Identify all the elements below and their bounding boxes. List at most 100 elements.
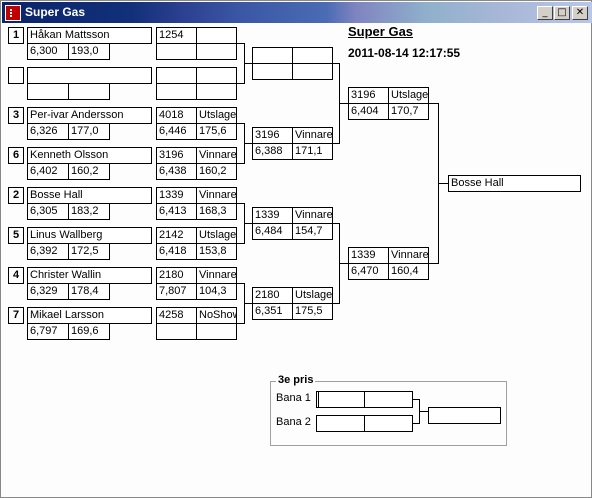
qf-speed[interactable]: 171,1	[292, 143, 333, 160]
driver-name[interactable]: Håkan Mattsson	[27, 27, 152, 44]
reaction-time[interactable]: 6,326	[27, 123, 69, 140]
trap-speed[interactable]: 104,3	[196, 283, 237, 300]
bracket-line	[438, 183, 448, 184]
speed[interactable]	[68, 83, 110, 100]
car-number[interactable]: 1254	[156, 27, 197, 44]
qf-car-number[interactable]	[252, 47, 293, 64]
third-place-winner-field[interactable]	[428, 407, 501, 424]
qf-status[interactable]: Utslagen	[292, 287, 333, 304]
sf-car-number[interactable]: 3196	[348, 87, 389, 104]
sf-car-number[interactable]: 1339	[348, 247, 389, 264]
result-status[interactable]	[196, 27, 237, 44]
qf-elapsed-time[interactable]: 6,351	[252, 303, 293, 320]
qf-speed[interactable]: 175,5	[292, 303, 333, 320]
sf-speed[interactable]: 170,7	[388, 103, 429, 120]
driver-name[interactable]	[27, 67, 152, 84]
close-icon: ✕	[575, 7, 585, 18]
result-status[interactable]: Vinnare	[196, 147, 237, 164]
car-number[interactable]: 1339	[156, 187, 197, 204]
car-number[interactable]: 3196	[156, 147, 197, 164]
trap-speed[interactable]	[196, 323, 237, 340]
driver-name[interactable]: Mikael Larsson	[27, 307, 152, 324]
trap-speed[interactable]: 153,8	[196, 243, 237, 260]
title-bar[interactable]: Super Gas _ □ ✕	[2, 2, 592, 23]
car-number[interactable]: 2142	[156, 227, 197, 244]
sf-speed[interactable]: 160,4	[388, 263, 429, 280]
qf-car-number[interactable]: 3196	[252, 127, 293, 144]
qf-car-number[interactable]: 2180	[252, 287, 293, 304]
result-status[interactable]: Vinnare	[196, 187, 237, 204]
sf-status[interactable]: Utslagen	[388, 87, 429, 104]
reaction-time[interactable]: 6,305	[27, 203, 69, 220]
result-status[interactable]: Vinnare	[196, 267, 237, 284]
sf-elapsed-time[interactable]: 6,404	[348, 103, 389, 120]
driver-name[interactable]: Linus Wallberg	[27, 227, 152, 244]
speed[interactable]: 172,5	[68, 243, 110, 260]
result-status[interactable]: Utslagen	[196, 107, 237, 124]
speed[interactable]: 177,0	[68, 123, 110, 140]
seed-box: 2	[8, 187, 24, 204]
sf-status[interactable]: Vinnare	[388, 247, 429, 264]
app-icon[interactable]	[5, 5, 21, 21]
speed[interactable]: 183,2	[68, 203, 110, 220]
speed[interactable]: 160,2	[68, 163, 110, 180]
reaction-time[interactable]: 6,300	[27, 43, 69, 60]
qf-status[interactable]: Vinnare	[292, 127, 333, 144]
elapsed-time[interactable]: 6,418	[156, 243, 197, 260]
winner-name[interactable]: Bosse Hall	[448, 175, 581, 192]
qf-elapsed-time[interactable]	[252, 63, 293, 80]
driver-name[interactable]: Per-ivar Andersson	[27, 107, 152, 124]
reaction-time[interactable]: 6,797	[27, 323, 69, 340]
reaction-time[interactable]: 6,402	[27, 163, 69, 180]
elapsed-time[interactable]: 6,438	[156, 163, 197, 180]
elapsed-time[interactable]: 6,413	[156, 203, 197, 220]
lane2-label: Bana 2	[276, 416, 311, 428]
bracket-line	[244, 143, 252, 144]
car-number[interactable]: 4258	[156, 307, 197, 324]
car-number[interactable]	[156, 67, 197, 84]
datetime: 2011-08-14 12:17:55	[348, 46, 461, 60]
result-status[interactable]: Utslagen	[196, 227, 237, 244]
maximize-button[interactable]: □	[554, 6, 570, 20]
qf-speed[interactable]	[292, 63, 333, 80]
reaction-time[interactable]: 6,392	[27, 243, 69, 260]
result-status[interactable]: NoShow	[196, 307, 237, 324]
trap-speed[interactable]	[196, 83, 237, 100]
trap-speed[interactable]: 175,6	[196, 123, 237, 140]
elapsed-time[interactable]: 6,446	[156, 123, 197, 140]
lane1-car-field[interactable]	[316, 391, 365, 408]
elapsed-time[interactable]: 7,807	[156, 283, 197, 300]
lane2-status-field[interactable]	[364, 415, 413, 432]
minimize-button[interactable]: _	[537, 6, 553, 20]
trap-speed[interactable]	[196, 43, 237, 60]
speed[interactable]: 193,0	[68, 43, 110, 60]
reaction-time[interactable]: 6,329	[27, 283, 69, 300]
driver-name[interactable]: Kenneth Olsson	[27, 147, 152, 164]
elapsed-time[interactable]	[156, 323, 197, 340]
bracket-line	[244, 303, 252, 304]
maximize-icon: □	[557, 7, 567, 18]
driver-name[interactable]: Bosse Hall	[27, 187, 152, 204]
qf-elapsed-time[interactable]: 6,484	[252, 223, 293, 240]
elapsed-time[interactable]	[156, 83, 197, 100]
qf-status[interactable]	[292, 47, 333, 64]
event-title: Super Gas	[348, 24, 414, 39]
speed[interactable]: 178,4	[68, 283, 110, 300]
car-number[interactable]: 4018	[156, 107, 197, 124]
car-number[interactable]: 2180	[156, 267, 197, 284]
close-button[interactable]: ✕	[572, 6, 588, 20]
lane2-car-field[interactable]	[316, 415, 365, 432]
elapsed-time[interactable]	[156, 43, 197, 60]
qf-status[interactable]: Vinnare	[292, 207, 333, 224]
driver-name[interactable]: Christer Wallin	[27, 267, 152, 284]
qf-car-number[interactable]: 1339	[252, 207, 293, 224]
result-status[interactable]	[196, 67, 237, 84]
lane1-status-field[interactable]	[364, 391, 413, 408]
speed[interactable]: 169,6	[68, 323, 110, 340]
reaction-time[interactable]	[27, 83, 69, 100]
qf-speed[interactable]: 154,7	[292, 223, 333, 240]
trap-speed[interactable]: 160,2	[196, 163, 237, 180]
qf-elapsed-time[interactable]: 6,388	[252, 143, 293, 160]
sf-elapsed-time[interactable]: 6,470	[348, 263, 389, 280]
trap-speed[interactable]: 168,3	[196, 203, 237, 220]
